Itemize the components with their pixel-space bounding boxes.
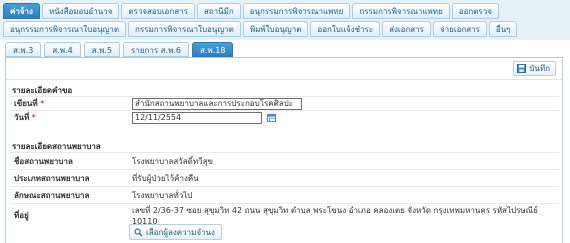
tab-1[interactable]: หนังสือมอบอำนาจ xyxy=(41,3,120,19)
write-at-label: เขียนที่ xyxy=(14,99,38,108)
field-value: เลขที่ 2/36-37 ซอย สุขุมวิท 42 ถนน สุขุม… xyxy=(128,203,559,226)
sub-tab-bar: ส.พ.3 ส.พ.4 ส.พ.5 รายการ ส.พ.6 ส.พ.18 xyxy=(5,42,234,57)
field-label-text: ประเภทสถานพยาบาล xyxy=(14,173,90,183)
field-label: ที่อยู่ xyxy=(10,203,128,226)
date-label: วันที่ xyxy=(14,113,30,123)
tab-5[interactable]: จ่ายเอกสาร xyxy=(432,21,487,37)
date-input[interactable]: 12/11/2554 xyxy=(132,111,262,124)
hospital-table: ชื่อสถานพยาบาล โรงพยาบาลสวัสดิ์ทวีสุข ประเ… xyxy=(10,152,559,226)
tab-6[interactable]: ออกตรวจ xyxy=(451,3,499,19)
field-label-text: ลักษณะสถานพยาบาล xyxy=(14,190,90,200)
subtab-1[interactable]: ส.พ.4 xyxy=(44,42,81,57)
save-icon xyxy=(517,64,527,73)
request-table: เขียนที่ * สำนักสถานพยาบาลและการประกอบโร… xyxy=(10,96,559,125)
field-label-text: ชื่อสถานพยาบาล xyxy=(14,156,73,166)
tab-4[interactable]: อนุกรรมการพิจารณาแพทย xyxy=(242,3,351,19)
field-label: ชื่อสถานพยาบาล xyxy=(10,152,128,170)
tab-5[interactable]: กรรมการพิจารณาแพทย xyxy=(352,3,450,19)
choose-applicant-button[interactable]: เลือกผู้ลงความจำนง xyxy=(129,224,222,240)
required-mark: * xyxy=(31,113,36,123)
tab-1[interactable]: กรรมการพิจารณาใบอนุญาต xyxy=(128,21,241,37)
save-button-label: บันทึก xyxy=(529,64,550,73)
required-mark: * xyxy=(40,99,45,108)
field-label: ประเภทสถานพยาบาล xyxy=(10,169,128,187)
table-row: เขียนที่ * สำนักสถานพยาบาลและการประกอบโร… xyxy=(10,96,559,111)
table-row: วันที่ * 12/11/2554 xyxy=(10,110,559,125)
toolbar: บันทึก xyxy=(6,58,562,80)
field-label-text: ที่อยู่ xyxy=(14,210,29,220)
subtab-0[interactable]: ส.พ.3 xyxy=(5,42,42,57)
tab-6[interactable]: อื่นๆ xyxy=(488,21,518,37)
tab-row-2: อนุกรรมการพิจารณาใบอนุญาต กรรมการพิจารณาใ… xyxy=(3,21,518,37)
form-panel: บันทึก รายละเอียดคำขอ เขียนที่ * สำนักสถ… xyxy=(5,57,563,243)
tab-3[interactable]: สถานีมีก xyxy=(196,3,241,19)
main-tab-bar: ค่าจ้าง หนังสือมอบอำนาจ ตรวจสอบเอกสาร สถานี… xyxy=(0,0,570,40)
table-row: ลักษณะสถานพยาบาล โรงพยาบาลทั่วไป xyxy=(10,186,559,204)
save-button[interactable]: บันทึก xyxy=(513,61,556,76)
table-row: ชื่อสถานพยาบาล โรงพยาบาลสวัสดิ์ทวีสุข xyxy=(10,152,559,170)
tab-2[interactable]: ตรวจสอบเอกสาร xyxy=(121,3,195,19)
tab-3[interactable]: ออกใบแจ้งชำระ xyxy=(310,21,381,37)
write-at-input[interactable]: สำนักสถานพยาบาลและการประกอบโรคศิลปะ xyxy=(132,97,302,110)
field-value: โรงพยาบาลสวัสดิ์ทวีสุข xyxy=(128,152,559,170)
table-row: ประเภทสถานพยาบาล ที่รับผู้ป่วยไว้ค้างคืน xyxy=(10,169,559,187)
tab-2[interactable]: พิมพ์ใบอนุญาต xyxy=(242,21,309,37)
subtab-3[interactable]: รายการ ส.พ.6 xyxy=(123,42,190,57)
search-icon xyxy=(134,228,143,237)
table-row: ที่อยู่ เลขที่ 2/36-37 ซอย สุขุมวิท 42 ถน… xyxy=(10,203,559,226)
tab-0[interactable]: อนุกรรมการพิจารณาใบอนุญาต xyxy=(3,21,127,37)
choose-applicant-label: เลือกผู้ลงความจำนง xyxy=(146,227,215,237)
tab-0[interactable]: ค่าจ้าง xyxy=(3,3,40,19)
field-value: ที่รับผู้ป่วยไว้ค้างคืน xyxy=(128,169,559,187)
subtab-4[interactable]: ส.พ.18 xyxy=(192,42,234,57)
calendar-icon[interactable] xyxy=(266,113,276,122)
field-value: โรงพยาบาลทั่วไป xyxy=(128,186,559,204)
field-label: ลักษณะสถานพยาบาล xyxy=(10,186,128,204)
tab-row-1: ค่าจ้าง หนังสือมอบอำนาจ ตรวจสอบเอกสาร สถานี… xyxy=(3,3,499,19)
tab-4[interactable]: ส่งเอกสาร xyxy=(382,21,431,37)
subtab-2[interactable]: ส.พ.5 xyxy=(83,42,121,57)
